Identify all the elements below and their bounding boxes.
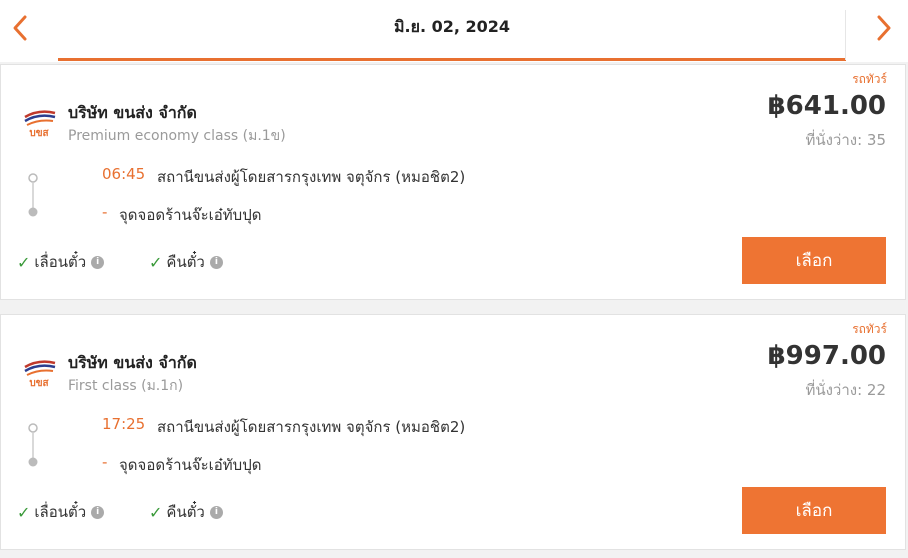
info-icon[interactable]: i <box>91 255 105 269</box>
chevron-left-icon <box>13 15 27 41</box>
logo-text: บขส <box>29 128 49 139</box>
bus-type-tag: รถทัวร์ <box>852 72 887 86</box>
info-icon[interactable]: i <box>209 255 223 269</box>
arrival-time: - <box>102 453 108 471</box>
select-trip-button[interactable]: เลือก <box>742 237 886 284</box>
info-icon[interactable]: i <box>209 505 223 519</box>
bus-type-tag: รถทัวร์ <box>852 322 887 336</box>
check-icon: ✓ <box>17 252 31 272</box>
info-icon[interactable]: i <box>91 505 105 519</box>
nav-divider <box>845 10 846 60</box>
change-ticket-policy: ✓ เลื่อนตั๋ว i <box>17 500 105 524</box>
company-logo: บขส <box>21 357 57 389</box>
logo-text: บขส <box>29 378 49 389</box>
route-timeline <box>28 173 38 217</box>
arrival-station: จุดจอดร้านจ๊ะเอ๋ทับปุด <box>119 206 262 224</box>
seats-available: ที่นั่งว่าง: 22 <box>805 381 886 399</box>
company-logo: บขส <box>21 107 57 139</box>
select-trip-button[interactable]: เลือก <box>742 487 886 534</box>
change-ticket-policy: ✓ เลื่อนตั๋ว i <box>17 250 105 274</box>
check-icon: ✓ <box>149 502 163 522</box>
departure-station: สถานีขนส่งผู้โดยสารกรุงเทพ จตุจักร (หมอช… <box>157 168 466 186</box>
change-ticket-label: เลื่อนตั๋ว <box>34 503 87 521</box>
selected-date: มิ.ย. 02, 2024 <box>393 17 511 36</box>
refund-ticket-label: คืนตั๋ว <box>166 253 205 271</box>
departure-time: 06:45 <box>102 165 146 183</box>
refund-ticket-policy: ✓ คืนตั๋ว i <box>149 250 223 274</box>
arrival-time: - <box>102 203 108 221</box>
trip-card: รถทัวร์ บขส บริษัท ขนส่ง จำกัด First cla… <box>0 314 906 550</box>
check-icon: ✓ <box>17 502 31 522</box>
departure-time: 17:25 <box>102 415 146 433</box>
arrival-station: จุดจอดร้านจ๊ะเอ๋ทับปุด <box>119 456 262 474</box>
seat-class: First class (ม.1ก) <box>68 378 184 394</box>
refund-ticket-label: คืนตั๋ว <box>166 503 205 521</box>
ticket-price: ฿641.00 <box>767 91 886 121</box>
ticket-price: ฿997.00 <box>767 341 886 371</box>
check-icon: ✓ <box>149 252 163 272</box>
change-ticket-label: เลื่อนตั๋ว <box>34 253 87 271</box>
chevron-right-icon <box>877 15 891 41</box>
selected-date-underline <box>58 58 846 61</box>
next-date-button[interactable] <box>864 8 904 48</box>
departure-station: สถานีขนส่งผู้โดยสารกรุงเทพ จตุจักร (หมอช… <box>157 418 466 436</box>
trip-card: รถทัวร์ บขส บริษัท ขนส่ง จำกัด Premium e… <box>0 64 906 300</box>
seat-class: Premium economy class (ม.1ข) <box>68 128 286 144</box>
previous-date-button[interactable] <box>0 8 40 48</box>
seats-available: ที่นั่งว่าง: 35 <box>805 131 886 149</box>
date-navigation-bar: มิ.ย. 02, 2024 <box>0 0 908 62</box>
route-timeline <box>28 423 38 467</box>
company-name: บริษัท ขนส่ง จำกัด <box>68 103 197 122</box>
company-name: บริษัท ขนส่ง จำกัด <box>68 353 197 372</box>
refund-ticket-policy: ✓ คืนตั๋ว i <box>149 500 223 524</box>
